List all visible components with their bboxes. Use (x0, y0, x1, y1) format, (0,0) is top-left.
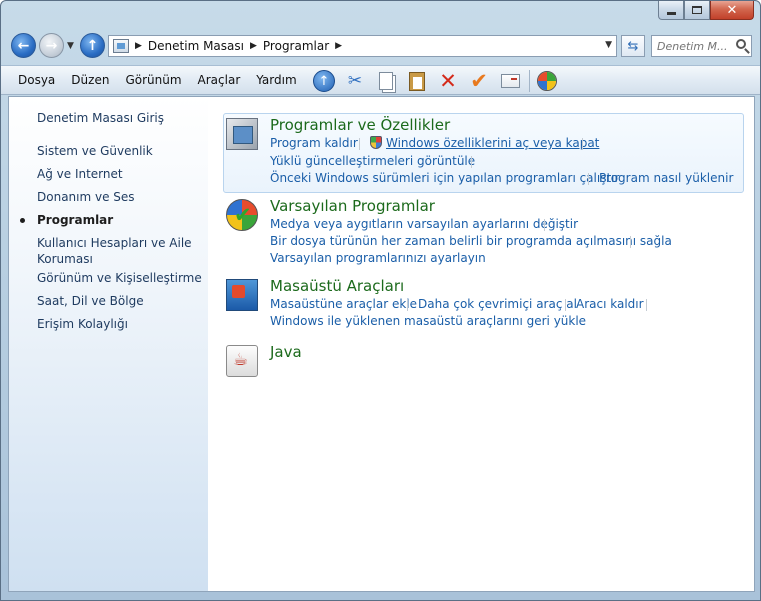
search-icon[interactable] (736, 39, 746, 49)
sidebar-item-network-internet[interactable]: Ağ ve Internet (37, 166, 202, 182)
forward-button[interactable]: → (39, 33, 64, 58)
refresh-button[interactable]: ⇆ (621, 35, 645, 57)
link-separator (407, 299, 408, 311)
programs-features-icon[interactable] (226, 118, 258, 150)
toolbar-separator (529, 70, 530, 92)
link-media-autoplay[interactable]: Medya veya aygıtların varsayılan ayarlar… (270, 217, 578, 231)
link-file-association[interactable]: Bir dosya türünün her zaman belirli bir … (270, 234, 672, 248)
link-separator (646, 299, 647, 311)
close-icon: ✕ (726, 2, 738, 18)
sidebar-item-system-security[interactable]: Sistem ve Güvenlik (37, 143, 202, 159)
explorer-window: ✕ ← → ▼ ↑ ▶ Denetim Masası ▶ Programlar … (0, 0, 761, 601)
arrow-right-icon: → (45, 37, 58, 54)
link-restore-gadgets[interactable]: Windows ile yüklenen masaüstü araçlarını… (270, 314, 586, 328)
close-button[interactable]: ✕ (710, 1, 754, 20)
control-panel-icon (113, 39, 129, 53)
paste-button[interactable] (404, 68, 430, 94)
search-input[interactable] (657, 39, 729, 53)
link-more-gadgets-online[interactable]: Daha çok çevrimiçi araç al (418, 297, 577, 311)
link-windows-features[interactable]: Windows özelliklerini aç veya kapat (386, 136, 599, 150)
breadcrumb-chevron-icon[interactable]: ▶ (250, 41, 257, 51)
link-installed-updates[interactable]: Yüklü güncelleştirmeleri görüntüle (270, 154, 475, 168)
arrow-up-icon: ↑ (313, 70, 335, 92)
link-how-to-install[interactable]: Program nasıl yüklenir (599, 171, 733, 185)
up-button[interactable]: ↑ (80, 33, 105, 58)
delete-x-icon: ✕ (439, 69, 457, 93)
windows-logo-icon (537, 71, 557, 91)
minimize-icon (666, 11, 676, 15)
toolbar-up-button[interactable]: ↑ (311, 68, 337, 94)
breadcrumb-control-panel[interactable]: Denetim Masası (148, 39, 244, 53)
properties-icon (500, 74, 520, 88)
uac-shield-icon (370, 136, 382, 149)
java-icon[interactable] (226, 345, 258, 377)
link-separator (359, 138, 360, 150)
link-add-gadgets[interactable]: Masaüstüne araçlar ekle (270, 297, 417, 311)
sidebar-item-appearance[interactable]: Görünüm ve Kişiselleştirme (37, 270, 202, 286)
breadcrumb-chevron-icon[interactable]: ▶ (335, 41, 342, 51)
sidebar-item-user-accounts[interactable]: Kullanıcı Hesapları ve Aile Koruması (37, 235, 202, 267)
minimize-button[interactable] (658, 1, 684, 20)
link-separator (471, 156, 472, 168)
category-java-title[interactable]: Java (270, 343, 302, 361)
menu-edit[interactable]: Düzen (63, 73, 117, 87)
link-compatibility[interactable]: Önceki Windows sürümleri için yapılan pr… (270, 171, 619, 185)
link-remove-gadget[interactable]: Aracı kaldır (576, 297, 644, 311)
maximize-button[interactable] (684, 1, 710, 20)
category-programs-title[interactable]: Programlar ve Özellikler (270, 116, 450, 134)
menu-tools[interactable]: Araçlar (190, 73, 249, 87)
category-default-programs-title[interactable]: Varsayılan Programlar (270, 197, 435, 215)
back-button[interactable]: ← (11, 33, 36, 58)
menu-help[interactable]: Yardım (248, 73, 304, 87)
refresh-icon: ⇆ (627, 38, 639, 54)
toolbar: ↑ ✂ ✕ ✔ (311, 68, 565, 94)
sidebar-item-ease-of-access[interactable]: Erişim Kolaylığı (37, 316, 202, 332)
arrow-up-icon: ↑ (86, 37, 99, 54)
link-separator (630, 236, 631, 248)
link-separator (565, 299, 566, 311)
caption-buttons: ✕ (658, 1, 754, 20)
copy-icon (379, 72, 393, 90)
link-separator (582, 138, 583, 150)
link-separator (588, 173, 589, 185)
history-dropdown-button[interactable]: ▼ (67, 41, 74, 51)
scissors-icon: ✂ (347, 71, 363, 91)
link-uninstall-program[interactable]: Program kaldır (270, 136, 358, 150)
default-programs-icon[interactable] (226, 199, 258, 231)
link-separator (544, 219, 545, 231)
copy-button[interactable] (373, 68, 399, 94)
menu-file[interactable]: Dosya (1, 73, 63, 87)
delete-button[interactable]: ✕ (435, 68, 461, 94)
address-dropdown-button[interactable]: ▼ (605, 40, 612, 50)
sidebar-item-hardware-sound[interactable]: Donanım ve Ses (37, 189, 202, 205)
arrow-left-icon: ← (17, 37, 30, 54)
checkmark-icon: ✔ (470, 69, 488, 93)
content-area: Denetim Masası Giriş Sistem ve Güvenlik … (8, 96, 755, 592)
breadcrumb-chevron-icon[interactable]: ▶ (135, 41, 142, 51)
category-desktop-gadgets-title[interactable]: Masaüstü Araçları (270, 277, 404, 295)
breadcrumb-programs[interactable]: Programlar (263, 39, 329, 53)
sidebar-item-clock-language[interactable]: Saat, Dil ve Bölge (37, 293, 202, 309)
main-panel: Programlar ve Özellikler Program kaldır … (208, 97, 754, 591)
views-button[interactable] (534, 68, 560, 94)
desktop-gadgets-icon[interactable] (226, 279, 258, 311)
clipboard-icon (409, 71, 425, 91)
undo-button[interactable]: ✔ (466, 68, 492, 94)
sidebar-item-control-panel-home[interactable]: Denetim Masası Giriş (37, 110, 202, 126)
properties-button[interactable] (497, 68, 523, 94)
cut-button[interactable]: ✂ (342, 68, 368, 94)
link-set-defaults[interactable]: Varsayılan programlarınızı ayarlayın (270, 251, 486, 265)
sidebar-item-programs[interactable]: Programlar (37, 212, 202, 228)
maximize-icon (692, 6, 702, 14)
address-bar[interactable]: ▶ Denetim Masası ▶ Programlar ▶ ▼ (108, 35, 617, 57)
sidebar: Denetim Masası Giriş Sistem ve Güvenlik … (9, 97, 208, 591)
active-bullet-icon (20, 218, 25, 223)
menu-view[interactable]: Görünüm (117, 73, 189, 87)
menu-bar: Dosya Düzen Görünüm Araçlar Yardım ↑ ✂ ✕… (1, 65, 760, 95)
search-box[interactable] (651, 35, 752, 57)
navigation-bar: ← → ▼ ↑ ▶ Denetim Masası ▶ Programlar ▶ … (1, 29, 760, 63)
